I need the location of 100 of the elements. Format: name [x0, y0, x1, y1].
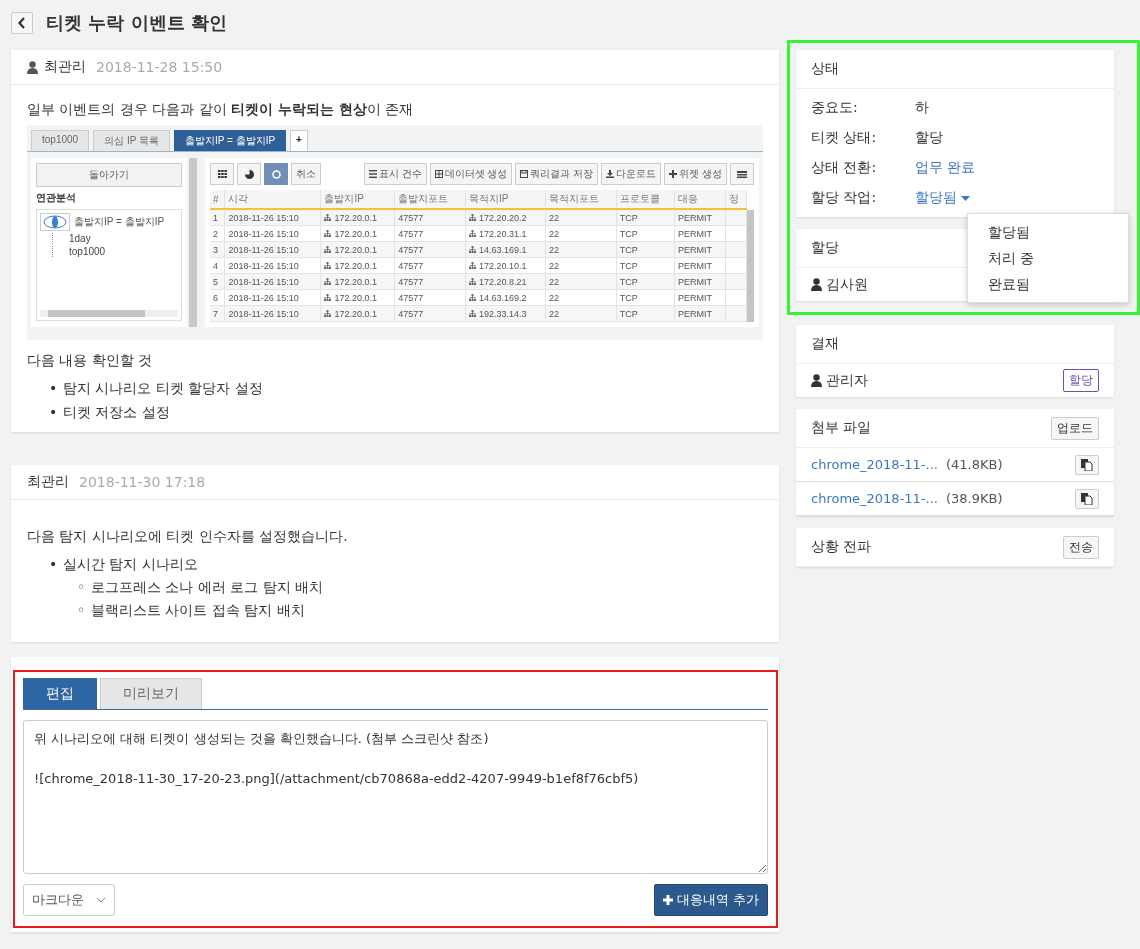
table-cell: 47577 [394, 225, 466, 242]
author-name: 최관리 [27, 473, 69, 491]
comment-text: 다음 내용 확인할 것 [27, 351, 154, 370]
editor-tab[interactable]: 편집 [23, 678, 97, 709]
file-link[interactable]: chrome_2018-11-... [811, 491, 938, 506]
back-button[interactable] [11, 11, 33, 34]
download-icon [606, 170, 615, 178]
field-label: 티켓 상태: [811, 129, 878, 147]
user-icon [811, 374, 822, 387]
copy-icon [1081, 492, 1093, 505]
send-button[interactable]: 전송 [1063, 535, 1099, 559]
tree-item[interactable]: 1day [69, 233, 91, 244]
tab[interactable]: 의심 IP 목록 [93, 130, 170, 151]
format-select[interactable]: 마크다운 [23, 884, 115, 916]
add-response-button[interactable]: 대응내역 추가 [653, 884, 768, 916]
file-size: (38.9KB) [945, 491, 1003, 506]
back-button[interactable]: 돌아가기 [36, 163, 182, 187]
section-title: 연관분석 [36, 191, 77, 205]
table-cell: 172.20.31.1 [465, 225, 546, 242]
table-cell: 14.63.169.2 [465, 289, 546, 306]
caret-icon [961, 195, 970, 201]
table-cell: PERMIT [674, 257, 726, 274]
copy-icon [1081, 458, 1093, 471]
comment-input[interactable]: 위 시나리오에 대해 티켓이 생성되는 것을 확인했습니다. (첨부 스크린샷 참조) ![chrome_2018-11-30_17-20-23.png](/attachment/cb70868a-edd2-4207-9949-b1ef8f76cbf5) [23, 720, 768, 874]
pie-chart-icon[interactable] [237, 163, 261, 185]
tab[interactable]: top1000 [31, 130, 90, 151]
list-item: 로그프레스 소나 에러 로그 탐지 배치 [91, 579, 324, 595]
comment-text: 일부 이벤트의 경우 다음과 같이 티켓이 누락되는 현상이 존재 [27, 100, 415, 119]
person-name: 김사원 [826, 275, 868, 294]
assign-button[interactable]: 할당 [1063, 369, 1099, 392]
plus-icon [669, 170, 678, 178]
field-label: 할당 작업: [811, 189, 878, 207]
network-icon [469, 261, 476, 269]
list-item: 실시간 탐지 시나리오 [63, 556, 198, 572]
panel-title: 할당 [811, 239, 839, 257]
person-name: 관리자 [826, 371, 868, 390]
bullet: • [49, 555, 59, 574]
file-size: (41.8KB) [945, 457, 1003, 472]
network-icon [469, 293, 476, 301]
scrollbar[interactable] [189, 158, 197, 327]
comment-text: 다음 탐지 시나리오에 티켓 인수자를 설정했습니다. [27, 527, 349, 546]
comment-time: 2018-11-30 17:18 [79, 474, 206, 490]
network-icon [324, 309, 332, 317]
table-cell: TCP [616, 225, 675, 242]
table-cell: 4 [210, 257, 225, 274]
network-icon [469, 213, 476, 221]
menu-icon[interactable] [730, 163, 754, 185]
status-link[interactable]: 업무 완료 [915, 159, 976, 177]
table-cell: 47577 [394, 257, 466, 274]
network-icon [324, 213, 332, 221]
table-cell: 172.20.0.1 [320, 257, 395, 274]
menu-item[interactable]: 처리 중 [968, 245, 1128, 271]
add-tab-button[interactable]: + [290, 130, 308, 151]
field-label: 중요도: [811, 99, 859, 117]
network-icon [469, 245, 476, 253]
menu-item[interactable]: 완료됨 [968, 271, 1128, 297]
table-cell: PERMIT [674, 225, 726, 242]
grid-icon[interactable] [210, 163, 234, 185]
scrollbar[interactable] [40, 310, 178, 317]
table-cell: 172.20.0.1 [320, 225, 395, 242]
table-cell: 22 [545, 289, 617, 306]
copy-button[interactable] [1075, 488, 1099, 509]
upload-button[interactable]: 업로드 [1051, 416, 1099, 440]
toolbar-button[interactable]: 표시 건수 [363, 163, 427, 185]
editor-tab[interactable]: 미리보기 [100, 678, 202, 709]
list-icon [368, 170, 377, 178]
chevron-down-icon [96, 897, 106, 903]
column-header: 목적지포트 [545, 190, 617, 209]
table-cell: TCP [616, 257, 675, 274]
assign-dropdown[interactable]: 할당됨 [915, 189, 970, 207]
node-icon [40, 213, 70, 231]
scrollbar[interactable] [747, 210, 754, 322]
list-item: 티켓 저장소 설정 [63, 404, 170, 420]
network-icon [469, 277, 476, 285]
toolbar-button[interactable]: 다운로드 [601, 163, 662, 185]
tab[interactable]: 출발지IP = 출발지IP [174, 130, 287, 151]
table-cell: 22 [545, 257, 617, 274]
table-cell: 172.20.0.1 [320, 289, 395, 306]
tree-item[interactable]: 출발지IP = 출발지IP [74, 215, 165, 229]
panel-title: 결재 [811, 335, 839, 353]
column-header: 정 [725, 190, 747, 209]
save-icon [520, 170, 529, 178]
panel-title: 상황 전파 [811, 538, 872, 556]
copy-button[interactable] [1075, 454, 1099, 475]
toolbar-button[interactable]: 데이터셋 생성 [429, 163, 513, 185]
network-icon [324, 293, 332, 301]
field-value: 하 [915, 99, 929, 117]
bullet: ◦ [77, 601, 87, 620]
table-cell: 22 [545, 225, 617, 242]
menu-item[interactable]: 할당됨 [968, 219, 1128, 245]
network-icon [324, 245, 332, 253]
panel-title: 상태 [811, 60, 839, 78]
bullet: • [49, 403, 59, 422]
table-cell: TCP [616, 289, 675, 306]
network-icon [469, 229, 476, 237]
cancel-button[interactable]: 취소 [291, 163, 321, 185]
file-link[interactable]: chrome_2018-11-... [811, 457, 938, 472]
tree-item[interactable]: top1000 [69, 246, 106, 257]
toolbar-button[interactable]: 위젯 생성 [664, 163, 727, 185]
toolbar-button[interactable]: 쿼리결과 저장 [515, 163, 599, 185]
